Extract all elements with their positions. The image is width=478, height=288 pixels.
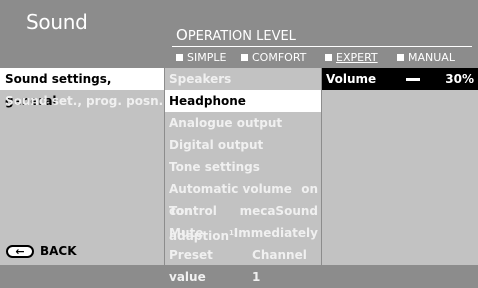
mode-expert[interactable]: EXPERT xyxy=(325,51,397,64)
sound-menu-screen: Sound OPERATION LEVEL SIMPLE COMFORT EXP… xyxy=(0,0,478,284)
setting-value: Immediately xyxy=(233,226,318,240)
square-icon xyxy=(241,54,248,61)
operation-level-rest: PERATION LEVEL xyxy=(187,29,296,44)
menu-item-sound-set-prog-posn[interactable]: Sound set., prog. posn. xyxy=(0,90,164,112)
submenu-item-tone-settings[interactable]: Tone settings xyxy=(165,156,321,178)
operation-level-modes: SIMPLE COMFORT EXPERT MANUAL xyxy=(176,51,455,64)
submenu-item-automatic-volume-control[interactable]: Automatic volume control on xyxy=(165,178,321,218)
submenu-item-ton-adaption[interactable]: Ton adaption1) mecaSound xyxy=(165,200,321,243)
back-button[interactable]: ← BACK xyxy=(6,244,77,258)
main-menu: Sound settings, general Sound set., prog… xyxy=(0,68,164,265)
menu-body: Sound settings, general Sound set., prog… xyxy=(0,68,478,284)
mode-simple[interactable]: SIMPLE xyxy=(176,51,241,64)
volume-bar[interactable] xyxy=(406,77,421,81)
menu-item-sound-settings-general[interactable]: Sound settings, general xyxy=(0,68,164,108)
square-icon xyxy=(397,54,404,61)
operation-level-initial: O xyxy=(176,26,188,44)
submenu: Speakers Headphone Analogue output Digit… xyxy=(165,68,321,284)
square-icon xyxy=(176,54,183,61)
submenu-item-speakers[interactable]: Speakers xyxy=(165,68,321,90)
submenu-item-digital-output[interactable]: Digital output xyxy=(165,134,321,156)
operation-level-title: OPERATION LEVEL xyxy=(176,26,296,44)
header: Sound OPERATION LEVEL SIMPLE COMFORT EXP… xyxy=(0,0,478,68)
square-icon xyxy=(325,54,332,61)
divider xyxy=(172,46,472,47)
page-title: Sound xyxy=(26,10,88,34)
volume-setting[interactable]: Volume 30% xyxy=(322,68,478,90)
detail-panel: Volume 30% xyxy=(322,68,478,265)
submenu-item-headphone[interactable]: Headphone xyxy=(165,90,321,112)
volume-value: 30% xyxy=(445,72,474,86)
setting-value: on xyxy=(301,182,318,196)
submenu-item-preset-value[interactable]: Preset value Channel 1 xyxy=(165,244,321,284)
submenu-item-mute[interactable]: Mute Immediately xyxy=(165,222,321,244)
volume-label: Volume xyxy=(326,72,377,86)
mode-manual[interactable]: MANUAL xyxy=(397,51,455,64)
submenu-item-analogue-output[interactable]: Analogue output xyxy=(165,112,321,134)
setting-value: mecaSound xyxy=(239,204,318,218)
back-label: BACK xyxy=(40,244,77,258)
mode-comfort[interactable]: COMFORT xyxy=(241,51,325,64)
setting-value: Channel 1 xyxy=(252,248,307,284)
back-arrow-icon: ← xyxy=(6,244,34,258)
